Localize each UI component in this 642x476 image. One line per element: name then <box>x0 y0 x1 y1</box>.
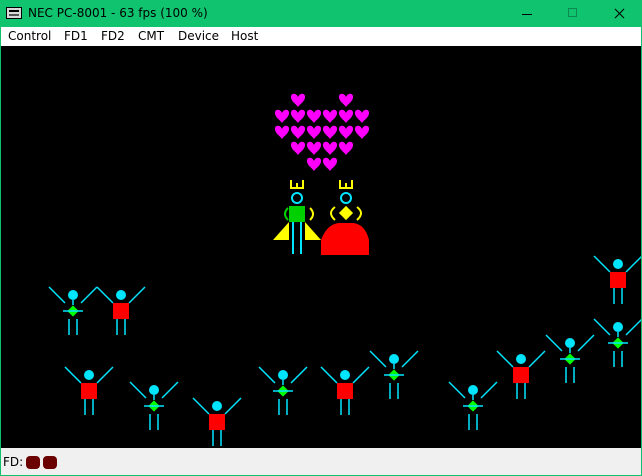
heart <box>306 157 322 171</box>
dancer-head <box>340 370 350 380</box>
dancer-legs <box>468 414 478 430</box>
title-bar[interactable]: NEC PC-8001 - 63 fps (100 %) <box>0 0 642 27</box>
dancer-head <box>149 385 159 395</box>
dancer-head <box>613 259 623 269</box>
heart <box>338 125 354 139</box>
dancer-legs <box>565 367 575 383</box>
wedding-scene <box>48 93 641 446</box>
groom-body <box>289 206 305 222</box>
dancer-legs <box>68 319 78 335</box>
dancer <box>320 366 370 415</box>
menu-cmt[interactable]: CMT <box>136 28 166 44</box>
heart <box>274 125 290 139</box>
dancer-head <box>516 354 526 364</box>
dancer <box>48 286 98 335</box>
heart <box>306 141 322 155</box>
dancer-head <box>565 338 575 348</box>
fd1-access-led <box>26 456 40 469</box>
heart <box>274 109 290 123</box>
menu-control[interactable]: Control <box>6 28 53 44</box>
dancer-legs <box>516 383 526 399</box>
dancer-head <box>389 354 399 364</box>
menu-fd1[interactable]: FD1 <box>62 28 90 44</box>
dancer-head <box>278 370 288 380</box>
heart <box>290 109 306 123</box>
dancer <box>448 381 498 430</box>
menu-device[interactable]: Device <box>176 28 221 44</box>
heart <box>306 125 322 139</box>
dancer <box>496 350 546 399</box>
dancer-legs <box>149 414 159 430</box>
menu-bar: Control FD1 FD2 CMT Device Host <box>1 27 641 46</box>
dancer-legs <box>340 399 350 415</box>
dancer-head <box>212 401 222 411</box>
groom-head <box>291 192 303 204</box>
dancer <box>129 381 179 430</box>
heart <box>354 125 370 139</box>
dancer-legs <box>212 430 222 446</box>
groom-figure <box>273 192 321 254</box>
dancer-legs <box>613 351 623 367</box>
heart <box>290 93 306 107</box>
dancer-group <box>48 255 641 446</box>
heart <box>354 109 370 123</box>
dancer-body <box>209 414 225 430</box>
dancer-body <box>113 303 129 319</box>
dancer-legs <box>278 399 288 415</box>
dancer <box>545 334 595 383</box>
heart <box>306 109 322 123</box>
heart <box>322 141 338 155</box>
bride-figure <box>321 192 369 255</box>
dancer-head <box>468 385 478 395</box>
groom-legs <box>292 222 302 254</box>
fd-status-label: FD: <box>3 455 24 469</box>
heart <box>338 141 354 155</box>
dancer-head <box>613 322 623 332</box>
crown <box>290 180 304 189</box>
minimize-button[interactable] <box>503 0 549 27</box>
bride-dress <box>321 223 369 255</box>
dancer-legs <box>116 319 126 335</box>
heart <box>322 125 338 139</box>
dancer <box>96 286 146 335</box>
heart <box>338 109 354 123</box>
groom-cape-left <box>273 222 289 240</box>
heart <box>290 125 306 139</box>
groom-cape-right <box>305 222 321 240</box>
close-button[interactable] <box>595 0 641 27</box>
heart <box>290 141 306 155</box>
dancer-head <box>84 370 94 380</box>
dancer-legs <box>84 399 94 415</box>
heart-cluster <box>274 93 370 171</box>
heart <box>322 109 338 123</box>
dancer-legs <box>613 288 623 304</box>
bride-head <box>340 192 352 204</box>
emulator-window: NEC PC-8001 - 63 fps (100 %) Control FD1… <box>0 0 642 476</box>
heart <box>322 157 338 171</box>
maximize-button[interactable] <box>549 0 595 27</box>
status-bar: FD: <box>1 448 641 475</box>
crown <box>339 180 353 189</box>
menu-fd2[interactable]: FD2 <box>99 28 127 44</box>
dancer <box>64 366 114 415</box>
menu-host[interactable]: Host <box>229 28 260 44</box>
dancer-body <box>513 367 529 383</box>
dancer-legs <box>389 383 399 399</box>
app-icon[interactable] <box>6 7 22 19</box>
dancer <box>593 255 641 304</box>
dancer <box>258 366 308 415</box>
dancer <box>593 318 641 367</box>
heart <box>338 93 354 107</box>
emulator-screen[interactable] <box>1 46 641 448</box>
bride-diamond <box>338 205 354 221</box>
window-title: NEC PC-8001 - 63 fps (100 %) <box>28 6 208 20</box>
dancer-body <box>610 272 626 288</box>
dancer <box>369 350 419 399</box>
dancer-body <box>81 383 97 399</box>
dancer-body <box>337 383 353 399</box>
dancer <box>192 397 242 446</box>
dancer-head <box>68 290 78 300</box>
dancer-head <box>116 290 126 300</box>
fd2-access-led <box>43 456 57 469</box>
